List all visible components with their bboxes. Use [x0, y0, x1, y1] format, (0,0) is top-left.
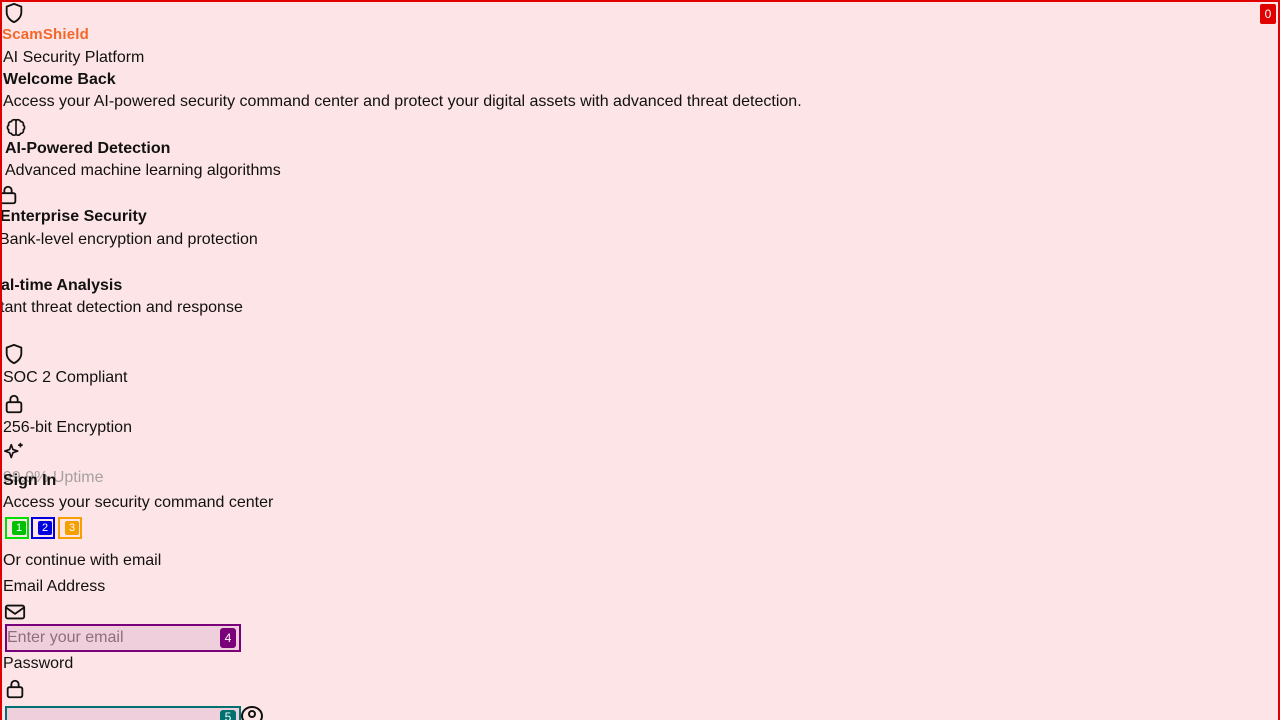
notification-badge: 0	[1260, 4, 1276, 24]
shield-icon	[3, 2, 25, 24]
lock-icon	[3, 393, 25, 415]
feature-title-enterprise-security: Enterprise Security	[0, 208, 147, 225]
email-field-wrapper: 4	[5, 624, 241, 652]
email-label: Email Address	[3, 578, 106, 595]
welcome-description: Access your AI-powered security command …	[3, 93, 802, 110]
lock-icon	[2, 184, 19, 206]
email-divider-text: Or continue with email	[3, 552, 162, 569]
sparkles-icon	[3, 441, 25, 463]
lock-icon	[4, 678, 26, 700]
trust-badge-soc2: SOC 2 Compliant	[3, 369, 128, 386]
password-field[interactable]	[7, 708, 217, 720]
mail-icon	[4, 601, 26, 623]
social-login-button-1[interactable]: 1	[5, 517, 29, 539]
eye-icon[interactable]	[240, 704, 264, 720]
password-field-badge: 5	[220, 710, 236, 720]
feature-title-ai-detection: AI-Powered Detection	[5, 140, 171, 157]
social-button-badge: 3	[65, 521, 79, 535]
feature-description-realtime-analysis: tant threat detection and response	[0, 299, 243, 316]
password-field-wrapper: 5	[5, 706, 241, 720]
email-field-badge: 4	[220, 628, 236, 648]
brand-name: ScamShield	[2, 26, 90, 43]
email-field[interactable]	[7, 626, 217, 650]
shield-icon	[3, 343, 25, 365]
brain-icon	[5, 116, 27, 138]
feature-description-enterprise-security: Bank-level encryption and protection	[0, 231, 258, 248]
social-button-badge: 1	[12, 521, 26, 535]
feature-description-ai-detection: Advanced machine learning algorithms	[5, 162, 281, 179]
social-button-badge: 2	[38, 521, 52, 535]
signin-title: Sign In	[3, 472, 57, 489]
social-login-button-3[interactable]: 3	[58, 517, 82, 539]
signin-subtitle: Access your security command center	[3, 494, 274, 511]
welcome-title: Welcome Back	[3, 71, 116, 88]
password-label: Password	[3, 655, 74, 672]
login-page: 0 ScamShield AI Security Platform Welcom…	[0, 0, 1280, 720]
feature-title-realtime-analysis: al-time Analysis	[1, 277, 123, 294]
brand-tagline: AI Security Platform	[3, 49, 145, 66]
trust-badge-encryption: 256-bit Encryption	[3, 419, 132, 436]
social-login-button-2[interactable]: 2	[31, 517, 55, 539]
